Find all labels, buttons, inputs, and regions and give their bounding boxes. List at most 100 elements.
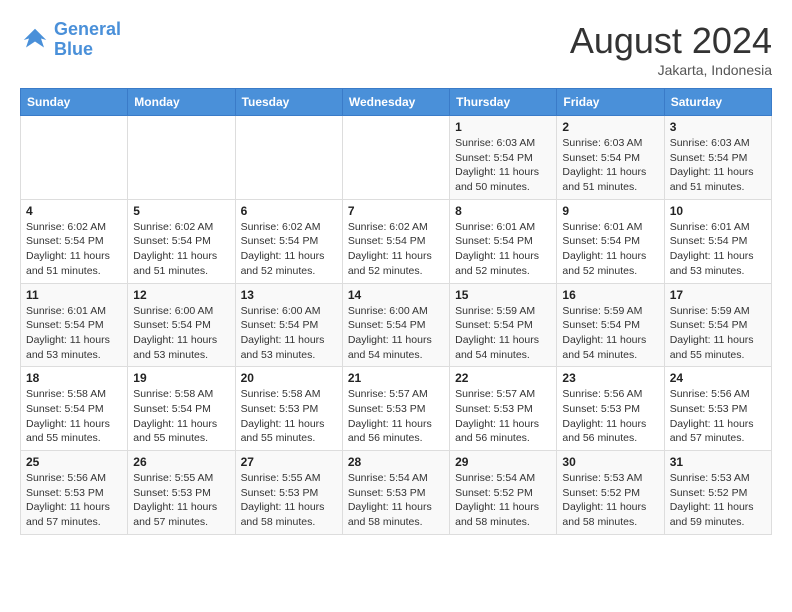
calendar-week-row: 18Sunrise: 5:58 AM Sunset: 5:54 PM Dayli… bbox=[21, 367, 772, 451]
day-number: 13 bbox=[241, 288, 337, 302]
calendar-cell: 31Sunrise: 5:53 AM Sunset: 5:52 PM Dayli… bbox=[664, 451, 771, 535]
page-header: General Blue August 2024 Jakarta, Indone… bbox=[20, 20, 772, 78]
day-info: Sunrise: 5:54 AM Sunset: 5:52 PM Dayligh… bbox=[455, 471, 551, 530]
day-number: 4 bbox=[26, 204, 122, 218]
weekday-header-tuesday: Tuesday bbox=[235, 89, 342, 116]
day-number: 1 bbox=[455, 120, 551, 134]
day-number: 7 bbox=[348, 204, 444, 218]
calendar-cell: 11 Sunrise: 6:01 AM Sunset: 5:54 PM Dayli… bbox=[21, 283, 128, 367]
day-info: Sunrise: 6:00 AM Sunset: 5:54 PM Dayligh… bbox=[133, 304, 229, 363]
calendar-cell: 16 Sunrise: 5:59 AM Sunset: 5:54 PM Dayli… bbox=[557, 283, 664, 367]
calendar-cell: 21 Sunrise: 5:57 AM Sunset: 5:53 PM Dayli… bbox=[342, 367, 449, 451]
logo-text: General Blue bbox=[54, 20, 121, 60]
calendar-cell: 5 Sunrise: 6:02 AM Sunset: 5:54 PM Daylig… bbox=[128, 199, 235, 283]
location: Jakarta, Indonesia bbox=[570, 62, 772, 78]
day-info: Sunrise: 5:58 AM Sunset: 5:53 PM Dayligh… bbox=[241, 387, 337, 446]
weekday-header-thursday: Thursday bbox=[450, 89, 557, 116]
calendar-cell: 29Sunrise: 5:54 AM Sunset: 5:52 PM Dayli… bbox=[450, 451, 557, 535]
day-info: Sunrise: 5:59 AM Sunset: 5:54 PM Dayligh… bbox=[455, 304, 551, 363]
day-number: 5 bbox=[133, 204, 229, 218]
day-number: 6 bbox=[241, 204, 337, 218]
day-number: 2 bbox=[562, 120, 658, 134]
day-number: 30 bbox=[562, 455, 658, 469]
day-info: Sunrise: 6:02 AM Sunset: 5:54 PM Dayligh… bbox=[348, 220, 444, 279]
month-year: August 2024 bbox=[570, 20, 772, 62]
weekday-header-sunday: Sunday bbox=[21, 89, 128, 116]
calendar-cell: 6Sunrise: 6:02 AM Sunset: 5:54 PM Daylig… bbox=[235, 199, 342, 283]
day-number: 26 bbox=[133, 455, 229, 469]
day-number: 19 bbox=[133, 371, 229, 385]
calendar-cell: 27Sunrise: 5:55 AM Sunset: 5:53 PM Dayli… bbox=[235, 451, 342, 535]
weekday-header-saturday: Saturday bbox=[664, 89, 771, 116]
calendar-cell: 4 Sunrise: 6:02 AM Sunset: 5:54 PM Daylig… bbox=[21, 199, 128, 283]
logo-line2: Blue bbox=[54, 39, 93, 59]
calendar-table: SundayMondayTuesdayWednesdayThursdayFrid… bbox=[20, 88, 772, 535]
weekday-header-monday: Monday bbox=[128, 89, 235, 116]
calendar-cell bbox=[235, 116, 342, 200]
calendar-cell: 3 Sunrise: 6:03 AM Sunset: 5:54 PM Daylig… bbox=[664, 116, 771, 200]
day-number: 21 bbox=[348, 371, 444, 385]
day-info: Sunrise: 6:02 AM Sunset: 5:54 PM Dayligh… bbox=[26, 220, 122, 279]
day-info: Sunrise: 6:01 AM Sunset: 5:54 PM Dayligh… bbox=[26, 304, 122, 363]
day-number: 14 bbox=[348, 288, 444, 302]
day-info: Sunrise: 6:00 AM Sunset: 5:54 PM Dayligh… bbox=[241, 304, 337, 363]
day-number: 3 bbox=[670, 120, 766, 134]
day-number: 11 bbox=[26, 288, 122, 302]
day-info: Sunrise: 6:00 AM Sunset: 5:54 PM Dayligh… bbox=[348, 304, 444, 363]
calendar-cell: 20 Sunrise: 5:58 AM Sunset: 5:53 PM Dayli… bbox=[235, 367, 342, 451]
day-info: Sunrise: 5:55 AM Sunset: 5:53 PM Dayligh… bbox=[241, 471, 337, 530]
calendar-cell: 28 Sunrise: 5:54 AM Sunset: 5:53 PM Dayli… bbox=[342, 451, 449, 535]
day-number: 17 bbox=[670, 288, 766, 302]
day-info: Sunrise: 6:01 AM Sunset: 5:54 PM Dayligh… bbox=[455, 220, 551, 279]
calendar-cell: 14 Sunrise: 6:00 AM Sunset: 5:54 PM Dayli… bbox=[342, 283, 449, 367]
day-number: 9 bbox=[562, 204, 658, 218]
calendar-cell: 17Sunrise: 5:59 AM Sunset: 5:54 PM Dayli… bbox=[664, 283, 771, 367]
calendar-cell: 26 Sunrise: 5:55 AM Sunset: 5:53 PM Dayli… bbox=[128, 451, 235, 535]
logo-icon bbox=[20, 25, 50, 55]
calendar-cell: 18Sunrise: 5:58 AM Sunset: 5:54 PM Dayli… bbox=[21, 367, 128, 451]
weekday-header-wednesday: Wednesday bbox=[342, 89, 449, 116]
day-info: Sunrise: 6:01 AM Sunset: 5:54 PM Dayligh… bbox=[670, 220, 766, 279]
calendar-cell: 12 Sunrise: 6:00 AM Sunset: 5:54 PM Dayli… bbox=[128, 283, 235, 367]
logo-line1: General bbox=[54, 19, 121, 39]
calendar-cell bbox=[128, 116, 235, 200]
day-info: Sunrise: 5:54 AM Sunset: 5:53 PM Dayligh… bbox=[348, 471, 444, 530]
day-number: 22 bbox=[455, 371, 551, 385]
calendar-cell: 25 Sunrise: 5:56 AM Sunset: 5:53 PM Dayli… bbox=[21, 451, 128, 535]
calendar-cell: 13 Sunrise: 6:00 AM Sunset: 5:54 PM Dayli… bbox=[235, 283, 342, 367]
day-info: Sunrise: 5:58 AM Sunset: 5:54 PM Dayligh… bbox=[26, 387, 122, 446]
day-info: Sunrise: 5:56 AM Sunset: 5:53 PM Dayligh… bbox=[562, 387, 658, 446]
day-info: Sunrise: 6:03 AM Sunset: 5:54 PM Dayligh… bbox=[562, 136, 658, 195]
weekday-header-row: SundayMondayTuesdayWednesdayThursdayFrid… bbox=[21, 89, 772, 116]
day-number: 20 bbox=[241, 371, 337, 385]
day-info: Sunrise: 5:57 AM Sunset: 5:53 PM Dayligh… bbox=[348, 387, 444, 446]
day-info: Sunrise: 5:56 AM Sunset: 5:53 PM Dayligh… bbox=[26, 471, 122, 530]
calendar-cell: 22 Sunrise: 5:57 AM Sunset: 5:53 PM Dayli… bbox=[450, 367, 557, 451]
day-number: 8 bbox=[455, 204, 551, 218]
day-info: Sunrise: 5:59 AM Sunset: 5:54 PM Dayligh… bbox=[562, 304, 658, 363]
day-info: Sunrise: 5:55 AM Sunset: 5:53 PM Dayligh… bbox=[133, 471, 229, 530]
day-info: Sunrise: 5:57 AM Sunset: 5:53 PM Dayligh… bbox=[455, 387, 551, 446]
day-info: Sunrise: 6:02 AM Sunset: 5:54 PM Dayligh… bbox=[133, 220, 229, 279]
day-number: 28 bbox=[348, 455, 444, 469]
calendar-cell bbox=[342, 116, 449, 200]
day-number: 25 bbox=[26, 455, 122, 469]
calendar-cell: 1Sunrise: 6:03 AM Sunset: 5:54 PM Daylig… bbox=[450, 116, 557, 200]
day-info: Sunrise: 6:03 AM Sunset: 5:54 PM Dayligh… bbox=[670, 136, 766, 195]
day-number: 16 bbox=[562, 288, 658, 302]
calendar-week-row: 1 Sunrise: 6:03 AM Sunset: 5:54 PM Daylig… bbox=[21, 116, 772, 200]
day-info: Sunrise: 5:56 AM Sunset: 5:53 PM Dayligh… bbox=[670, 387, 766, 446]
day-number: 12 bbox=[133, 288, 229, 302]
day-number: 24 bbox=[670, 371, 766, 385]
day-number: 10 bbox=[670, 204, 766, 218]
day-number: 15 bbox=[455, 288, 551, 302]
calendar-cell: 2 Sunrise: 6:03 AM Sunset: 5:54 PM Daylig… bbox=[557, 116, 664, 200]
calendar-week-row: 11 Sunrise: 6:01 AM Sunset: 5:54 PM Dayli… bbox=[21, 283, 772, 367]
day-info: Sunrise: 5:53 AM Sunset: 5:52 PM Dayligh… bbox=[670, 471, 766, 530]
calendar-cell: 24 Sunrise: 5:56 AM Sunset: 5:53 PM Dayli… bbox=[664, 367, 771, 451]
title-block: August 2024 Jakarta, Indonesia bbox=[570, 20, 772, 78]
weekday-header-friday: Friday bbox=[557, 89, 664, 116]
calendar-cell: 9Sunrise: 6:01 AM Sunset: 5:54 PM Daylig… bbox=[557, 199, 664, 283]
calendar-cell: 10 Sunrise: 6:01 AM Sunset: 5:54 PM Dayli… bbox=[664, 199, 771, 283]
calendar-week-row: 4 Sunrise: 6:02 AM Sunset: 5:54 PM Daylig… bbox=[21, 199, 772, 283]
